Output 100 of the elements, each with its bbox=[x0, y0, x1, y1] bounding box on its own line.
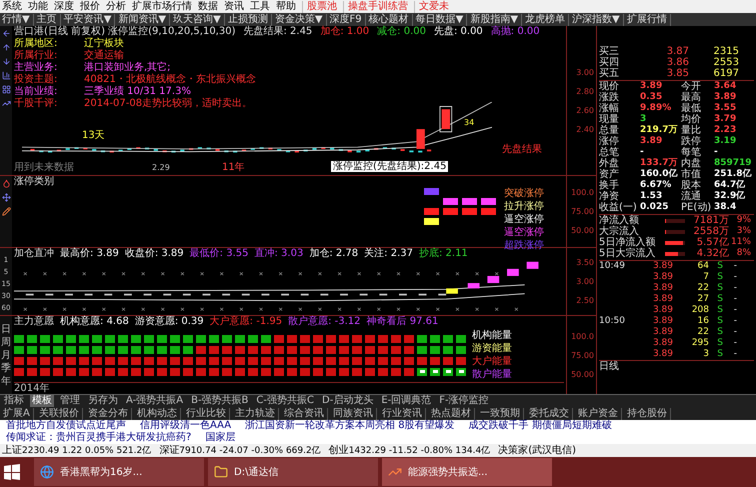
indicator-value: 最低价: 3.55 bbox=[190, 248, 248, 260]
bid-label: 买四 bbox=[599, 57, 620, 68]
stat-value: 0.025 bbox=[639, 202, 670, 213]
panel-title: 涨停类别 bbox=[14, 176, 55, 188]
period-button[interactable]: 年 bbox=[1, 376, 11, 386]
info-label: 千股千评: bbox=[14, 98, 58, 110]
toolbar-item[interactable]: 扩展行情 bbox=[626, 14, 671, 26]
menu-item[interactable]: 资讯 bbox=[224, 0, 244, 12]
period-label[interactable]: 日线 bbox=[599, 360, 754, 372]
axis-label: 3.00 bbox=[576, 277, 594, 286]
bid-label: 买三 bbox=[599, 46, 620, 57]
up-arrow-icon[interactable] bbox=[2, 43, 10, 52]
taskbar-button[interactable]: 能源强势共振选... bbox=[382, 458, 552, 486]
toolbar-item[interactable]: 深度F9 bbox=[330, 14, 366, 26]
menu-item[interactable]: 功能 bbox=[28, 0, 48, 12]
info-value: 2014-07-08走势比较弱，适时卖出。 bbox=[84, 98, 252, 110]
toolbar-item[interactable]: 平安资讯▼ bbox=[64, 14, 116, 26]
tab[interactable]: C-强势共振C bbox=[254, 395, 316, 407]
period-button[interactable]: 季 bbox=[1, 362, 11, 374]
legend-label: 大户能量 bbox=[472, 356, 512, 368]
menu-item[interactable]: 扩展市场行情 bbox=[132, 0, 192, 12]
tab[interactable]: B-强势共振B bbox=[189, 395, 250, 407]
toolbar-item[interactable]: 核心题材 bbox=[368, 14, 413, 26]
pencil-icon[interactable] bbox=[2, 207, 10, 216]
down-arrow-icon[interactable] bbox=[2, 57, 10, 66]
tab[interactable]: A-强势共振A bbox=[124, 395, 186, 407]
drop-icon[interactable] bbox=[2, 179, 10, 188]
stat-label: 内盘 bbox=[681, 158, 702, 169]
line-chart-icon[interactable] bbox=[2, 99, 10, 108]
tick-price: 3.89 bbox=[652, 272, 673, 283]
candle bbox=[118, 150, 123, 152]
tab[interactable]: 模板 bbox=[30, 395, 54, 407]
bid-volume: 6197 bbox=[712, 68, 739, 79]
tick-side: S bbox=[716, 272, 723, 283]
tab[interactable]: D-启动龙头 bbox=[320, 395, 376, 407]
axis-label: 2.50 bbox=[576, 296, 594, 305]
legend-label: 散户能量 bbox=[472, 368, 512, 380]
tick-volume: 27 bbox=[696, 294, 709, 305]
tick-time: 10:50 bbox=[599, 316, 626, 327]
bar-chart-icon[interactable] bbox=[2, 71, 10, 80]
info-value: 40821・北极航线概念・东北振兴概念 bbox=[84, 74, 256, 86]
menu-item[interactable]: 系统 bbox=[2, 0, 22, 12]
toolbar-item[interactable]: 龙虎榜单 bbox=[525, 14, 570, 26]
toolbar-item[interactable]: 新闻资讯▼ bbox=[118, 14, 170, 26]
flow-percent: 3% bbox=[736, 226, 751, 237]
menu-item[interactable]: 分析 bbox=[106, 0, 126, 12]
toolbar-item[interactable]: 每日数据▼ bbox=[416, 14, 468, 26]
info-label: 投资主题: bbox=[14, 74, 58, 86]
candle bbox=[416, 129, 425, 149]
period-button[interactable]: 周 bbox=[1, 336, 11, 348]
chart-label: 先盘结果 bbox=[502, 144, 542, 155]
menu-item[interactable]: 数据 bbox=[198, 0, 218, 12]
tick-mark: - bbox=[732, 261, 737, 272]
taskbar-button[interactable]: 香港黑帮为16岁... bbox=[34, 458, 204, 486]
tab[interactable]: 指标 bbox=[2, 395, 26, 407]
tab[interactable]: 另存为 bbox=[86, 395, 120, 407]
news-headline[interactable]: 信用评级清一色AAA bbox=[140, 420, 232, 432]
info-label: 当前业绩: bbox=[14, 86, 58, 98]
tick-side: S bbox=[716, 327, 723, 338]
index-quote: 深证7910.74 -24.07 -0.30% 669.2亿 bbox=[159, 444, 321, 456]
candle bbox=[39, 150, 44, 152]
toolbar-item[interactable]: 止损预测 bbox=[228, 14, 272, 26]
grid-icon[interactable] bbox=[2, 85, 10, 94]
stat-label: 收益(一) bbox=[599, 202, 638, 213]
indicator-value: 关注: 2.37 bbox=[364, 248, 413, 260]
toolbar-item[interactable]: 主页 bbox=[36, 14, 61, 26]
toolbar-item[interactable]: 新股指南▼ bbox=[470, 14, 522, 26]
menu-item[interactable]: 帮助 bbox=[276, 0, 296, 12]
windows-logo-icon[interactable] bbox=[4, 464, 20, 480]
toolbar-item[interactable]: 玖天咨询▼ bbox=[173, 14, 225, 26]
flow-percent: 8% bbox=[736, 248, 751, 259]
stat-label: 今开 bbox=[681, 81, 702, 92]
toolbar-item[interactable]: 沪深指数▼ bbox=[572, 14, 624, 26]
news-headline[interactable]: 国家层 bbox=[205, 432, 236, 444]
axis-label: 2.40 bbox=[576, 124, 594, 134]
tab[interactable]: 管理 bbox=[58, 395, 82, 407]
signal-text: 先盘: 0.00 bbox=[434, 26, 483, 38]
period-button[interactable]: 日 bbox=[1, 324, 11, 334]
chart-label: 13天 bbox=[82, 130, 105, 141]
taskbar-button[interactable]: D:\通达信 bbox=[208, 458, 378, 486]
tab[interactable]: F-涨停监控 bbox=[437, 395, 491, 407]
news-headline[interactable]: 成交跌破千手 期债僵局短期难破 bbox=[468, 420, 612, 432]
stat-value: 3.19 bbox=[713, 136, 738, 147]
period-button[interactable]: 月 bbox=[1, 350, 11, 360]
stat-value: 32.9亿 bbox=[713, 191, 746, 202]
stat-label: 市值 bbox=[681, 169, 702, 180]
tick-price: 3.89 bbox=[652, 327, 673, 338]
menu-item[interactable]: 工具 bbox=[250, 0, 270, 12]
tab[interactable]: E-回调典范 bbox=[379, 395, 434, 407]
tick-volume: 208 bbox=[690, 305, 709, 316]
back-arrow-icon[interactable] bbox=[2, 29, 10, 38]
menu-item[interactable]: 报价 bbox=[80, 0, 100, 12]
menu-item[interactable]: 深度 bbox=[54, 0, 74, 12]
toolbar-item[interactable]: 资金决策▼ bbox=[274, 14, 327, 26]
news-headline[interactable]: 浙江国资新一轮改革方案本周亮相 8股有望爆发 bbox=[245, 420, 455, 432]
move-icon[interactable] bbox=[2, 193, 10, 202]
flow-value: 4.32亿 bbox=[696, 248, 729, 259]
candle bbox=[348, 150, 352, 152]
news-headline[interactable]: 传闻求证：贵州百灵携手港大研发抗癌药? bbox=[6, 432, 192, 444]
news-headline[interactable]: 首批地方自发债试点近尾声 bbox=[6, 420, 126, 432]
